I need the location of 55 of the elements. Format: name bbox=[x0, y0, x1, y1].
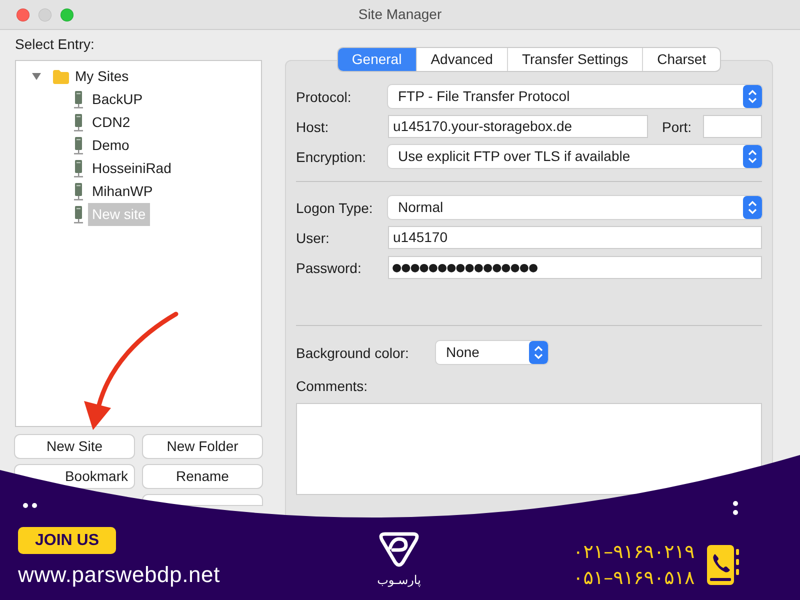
server-icon bbox=[74, 182, 83, 200]
tree-item[interactable]: Demo bbox=[88, 134, 134, 157]
phone-number: ۰۲۱–۹۱۶۹۰۲۱۹ bbox=[573, 540, 695, 565]
server-icon bbox=[74, 206, 83, 224]
server-icon bbox=[74, 114, 83, 132]
comments-field[interactable] bbox=[296, 403, 762, 495]
logon-type-dropdown[interactable]: Normal bbox=[388, 196, 762, 219]
phone-number: ۰۵۱–۹۱۶۹۰۵۱۸ bbox=[573, 566, 695, 591]
disclosure-triangle-icon[interactable] bbox=[32, 72, 41, 81]
join-us-badge[interactable]: JOIN US bbox=[18, 527, 116, 554]
user-field[interactable]: u145170 bbox=[388, 226, 762, 249]
tree-item[interactable]: MihanWP bbox=[88, 180, 157, 203]
tree-item[interactable]: BackUP bbox=[88, 88, 147, 111]
phone-book-icon bbox=[706, 545, 740, 585]
field-label: Encryption: bbox=[296, 148, 368, 166]
website-link[interactable]: www.parswebdp.net bbox=[18, 562, 220, 588]
tree-item[interactable]: My Sites bbox=[71, 65, 133, 88]
field-label: Logon Type: bbox=[296, 198, 374, 216]
dialog-button[interactable]: New Site bbox=[15, 435, 134, 458]
background-color-dropdown[interactable]: None bbox=[436, 341, 548, 364]
field-label: Password: bbox=[296, 258, 362, 276]
server-icon bbox=[74, 160, 83, 178]
stepper-icon bbox=[743, 145, 762, 168]
zoom-button[interactable] bbox=[61, 8, 73, 20]
dialog-button[interactable]: New Folder bbox=[143, 435, 262, 458]
protocol-dropdown[interactable]: FTP - File Transfer Protocol bbox=[388, 85, 762, 108]
server-icon bbox=[74, 90, 83, 108]
password-field[interactable]: ●●●●●●●●●●●●●●●● bbox=[388, 256, 762, 279]
dots-icon bbox=[23, 503, 37, 508]
tab[interactable]: Transfer Settings bbox=[506, 48, 642, 71]
logo-caption: پارسـوب bbox=[377, 573, 421, 588]
stepper-icon bbox=[529, 341, 548, 364]
folder-icon bbox=[53, 70, 69, 84]
host-field[interactable]: u145170.your-storagebox.de bbox=[388, 115, 648, 138]
section-label: Select Entry: bbox=[15, 36, 96, 52]
field-label: Port: bbox=[662, 118, 692, 136]
field-label: Host: bbox=[296, 118, 330, 136]
field-label: Comments: bbox=[296, 378, 369, 395]
port-field[interactable] bbox=[703, 115, 762, 138]
tree-item[interactable]: HosseiniRad bbox=[88, 157, 176, 180]
field-label: Protocol: bbox=[296, 88, 352, 106]
server-icon bbox=[74, 136, 83, 154]
close-button[interactable] bbox=[17, 8, 29, 20]
window-title: Site Manager bbox=[358, 5, 442, 24]
field-label: Background color: bbox=[296, 344, 410, 362]
tab[interactable]: General bbox=[338, 48, 416, 71]
partly-hidden-button[interactable] bbox=[143, 495, 262, 505]
stepper-icon bbox=[743, 85, 762, 108]
tree-item[interactable]: CDN2 bbox=[88, 111, 134, 134]
stepper-icon bbox=[743, 196, 762, 219]
field-label: User: bbox=[296, 228, 330, 246]
encryption-dropdown[interactable]: Use explicit FTP over TLS if available bbox=[388, 145, 762, 168]
tab[interactable]: Advanced bbox=[416, 48, 507, 71]
dialog-button[interactable]: Rename bbox=[143, 465, 262, 488]
more-dots-icon bbox=[732, 501, 738, 515]
